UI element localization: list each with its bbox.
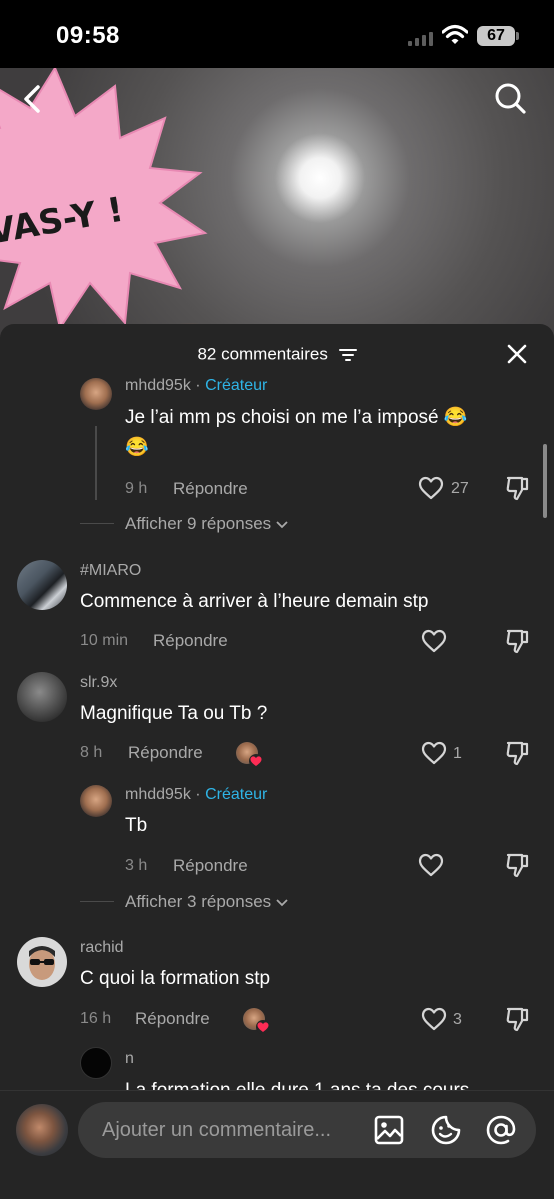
filter-icon[interactable] xyxy=(338,348,357,362)
signal-icon xyxy=(408,30,433,46)
video-preview[interactable]: VAS-Y ! xyxy=(0,68,554,358)
search-icon[interactable] xyxy=(494,82,526,114)
heart-badge-icon xyxy=(256,1020,270,1034)
comment-username[interactable]: rachid xyxy=(80,939,124,957)
comment-text: Commence à arriver à l’heure demain stp xyxy=(80,591,429,612)
comment-time: 3 h xyxy=(125,857,148,874)
my-avatar xyxy=(16,1104,68,1156)
show-replies-label: Afficher 9 réponses xyxy=(125,514,272,533)
emoji-sticker-icon[interactable] xyxy=(430,1114,462,1146)
like-count: 3 xyxy=(453,1011,462,1028)
heart-icon[interactable] xyxy=(421,629,447,653)
heart-icon[interactable] xyxy=(421,1007,447,1031)
comments-header: 82 commentaires xyxy=(0,344,554,365)
thread-line xyxy=(95,426,97,500)
avatar[interactable] xyxy=(80,1047,112,1079)
close-icon[interactable] xyxy=(506,343,528,365)
heart-icon[interactable] xyxy=(421,741,447,765)
reply-button[interactable]: Répondre xyxy=(173,856,248,876)
reply-button[interactable]: Répondre xyxy=(153,631,228,651)
show-replies-button[interactable]: Afficher 3 réponses xyxy=(125,892,288,912)
comment-text: Tb xyxy=(125,815,148,836)
comment-username[interactable]: mhdd95k · Créateur xyxy=(125,786,267,804)
chevron-down-icon xyxy=(276,899,288,907)
status-bar: 09:58 67 xyxy=(0,0,554,68)
comment-time: 8 h xyxy=(80,744,103,761)
status-time: 09:58 xyxy=(56,22,120,49)
reply-button[interactable]: Répondre xyxy=(128,743,203,763)
username-text: mhdd95k xyxy=(125,786,191,803)
avatar-portrait xyxy=(29,946,55,980)
creator-badge: Créateur xyxy=(205,377,268,394)
dislike-icon[interactable] xyxy=(505,740,531,766)
battery-cap xyxy=(516,32,519,40)
show-more-divider xyxy=(80,901,114,902)
reply-button[interactable]: Répondre xyxy=(173,479,248,499)
comment-time: 9 h xyxy=(125,480,148,497)
reply-button[interactable]: Répondre xyxy=(135,1009,210,1029)
avatar[interactable] xyxy=(80,378,112,410)
username-separator: · xyxy=(195,377,201,394)
show-more-divider xyxy=(80,523,114,524)
creator-badge: Créateur xyxy=(205,786,268,803)
dislike-icon[interactable] xyxy=(505,1006,531,1032)
comment-input-placeholder: Ajouter un commentaire... xyxy=(102,1119,331,1141)
avatar[interactable] xyxy=(17,560,67,610)
heart-icon[interactable] xyxy=(418,476,444,500)
dislike-icon[interactable] xyxy=(505,475,531,501)
dislike-icon[interactable] xyxy=(505,852,531,878)
comment-username[interactable]: slr.9x xyxy=(80,674,117,692)
comment-text-continued: 😂 xyxy=(125,437,149,458)
image-icon[interactable] xyxy=(373,1114,405,1146)
scrollbar[interactable] xyxy=(543,444,547,518)
comments-count: 82 commentaires xyxy=(197,344,328,364)
mention-icon[interactable] xyxy=(485,1114,517,1146)
back-arrow-icon[interactable] xyxy=(18,84,48,114)
show-replies-label: Afficher 3 réponses xyxy=(125,892,272,911)
chevron-down-icon xyxy=(276,521,288,529)
avatar[interactable] xyxy=(17,937,67,987)
username-separator: · xyxy=(195,786,201,803)
like-count: 1 xyxy=(453,745,462,762)
avatar[interactable] xyxy=(17,672,67,722)
comment-time: 16 h xyxy=(80,1010,112,1027)
comment-username[interactable]: #MIARO xyxy=(80,562,141,580)
comment-time: 10 min xyxy=(80,632,129,649)
dislike-icon[interactable] xyxy=(505,628,531,654)
username-text: mhdd95k xyxy=(125,377,191,394)
comment-text: C quoi la formation stp xyxy=(80,968,271,989)
battery-indicator: 67 xyxy=(477,26,515,46)
avatar[interactable] xyxy=(80,785,112,817)
like-count: 27 xyxy=(451,480,469,497)
comment-username[interactable]: mhdd95k · Créateur xyxy=(125,377,267,395)
heart-badge-icon xyxy=(249,754,263,768)
show-replies-button[interactable]: Afficher 9 réponses xyxy=(125,514,288,534)
wifi-icon xyxy=(442,24,468,44)
heart-icon[interactable] xyxy=(418,853,444,877)
comment-username[interactable]: n xyxy=(125,1050,134,1068)
comment-text: Je l’ai mm ps choisi on me l’a imposé 😂 xyxy=(125,407,468,428)
comment-text: Magnifique Ta ou Tb ? xyxy=(80,703,268,724)
